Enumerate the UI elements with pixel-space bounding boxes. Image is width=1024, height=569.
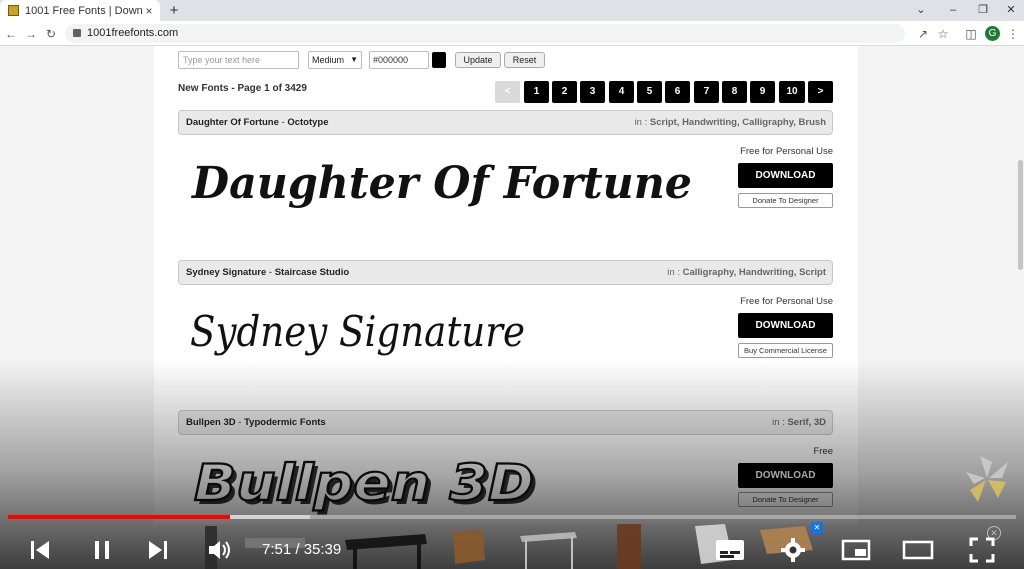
donate-button[interactable]: Donate To Designer bbox=[738, 492, 833, 507]
pager-prev-button[interactable]: < bbox=[495, 81, 520, 103]
page-content: Medium ▼ #000000 Update Reset New Fonts … bbox=[154, 46, 858, 524]
page-heading: New Fonts - Page 1 of 3429 bbox=[178, 83, 307, 94]
url-text: 1001freefonts.com bbox=[87, 27, 179, 39]
side-panel-icon[interactable]: ◫ bbox=[962, 25, 980, 43]
license-label: Free bbox=[813, 446, 833, 457]
pager-page-2[interactable]: 2 bbox=[552, 81, 577, 103]
pause-icon[interactable] bbox=[84, 532, 120, 568]
video-progress-bar[interactable] bbox=[8, 515, 1016, 519]
window-close-icon[interactable]: ✕ bbox=[996, 0, 1024, 21]
update-button[interactable]: Update bbox=[455, 52, 501, 68]
browser-tab-strip: 1001 Free Fonts | Download Font × + ⌄ – … bbox=[0, 0, 1024, 21]
chevron-down-icon: ▼ bbox=[350, 55, 358, 64]
font-size-select[interactable]: Medium ▼ bbox=[308, 51, 362, 69]
theater-mode-icon[interactable] bbox=[900, 532, 936, 568]
pager-page-7[interactable]: 7 bbox=[694, 81, 719, 103]
pager-page-5[interactable]: 5 bbox=[637, 81, 662, 103]
font-title[interactable]: Bullpen 3D - Typodermic Fonts bbox=[186, 411, 326, 434]
font-preview-daughter-of-fortune[interactable]: Daughter Of Fortune bbox=[190, 142, 700, 218]
pager-page-4[interactable]: 4 bbox=[609, 81, 634, 103]
back-icon[interactable]: ← bbox=[2, 25, 20, 43]
pager-page-3[interactable]: 3 bbox=[580, 81, 605, 103]
font-preview-sydney-signature[interactable]: Sydney Signature bbox=[190, 294, 530, 374]
color-input[interactable]: #000000 bbox=[369, 51, 429, 69]
tab-search-icon[interactable]: ⌄ bbox=[906, 0, 936, 21]
preview-text-input[interactable] bbox=[178, 51, 299, 69]
color-swatch[interactable] bbox=[432, 52, 446, 68]
buy-commercial-license-button[interactable]: Buy Commercial License bbox=[738, 343, 833, 358]
font-title[interactable]: Sydney Signature - Staircase Studio bbox=[186, 261, 349, 284]
download-button[interactable]: DOWNLOAD bbox=[738, 163, 833, 188]
pager-page-6[interactable]: 6 bbox=[665, 81, 690, 103]
subtitles-icon[interactable] bbox=[712, 532, 748, 568]
pager-page-8[interactable]: 8 bbox=[722, 81, 747, 103]
font-card-header: Bullpen 3D - Typodermic Fonts in : Serif… bbox=[178, 410, 833, 435]
restore-icon[interactable]: ❐ bbox=[968, 0, 998, 21]
fullscreen-icon[interactable] bbox=[964, 532, 1000, 568]
menu-kebab-icon[interactable]: ⋮ bbox=[1004, 25, 1022, 43]
browser-tab[interactable]: 1001 Free Fonts | Download Font × bbox=[0, 0, 160, 21]
font-preview-bullpen-3d[interactable]: Bullpen 3D Bullpen 3D bbox=[190, 446, 550, 516]
font-categories: in : Serif, 3D bbox=[772, 417, 826, 428]
forward-icon[interactable]: → bbox=[22, 25, 40, 43]
omnibox[interactable]: 1001freefonts.com bbox=[65, 24, 905, 43]
license-label: Free for Personal Use bbox=[740, 296, 833, 307]
font-card-header: Sydney Signature - Staircase Studio in :… bbox=[178, 260, 833, 285]
ad-close-icon[interactable]: ✕ bbox=[811, 522, 823, 534]
channel-watermark-logo[interactable] bbox=[962, 448, 1012, 504]
volume-icon[interactable] bbox=[202, 532, 238, 568]
miniplayer-icon[interactable] bbox=[838, 532, 874, 568]
minimize-icon[interactable]: – bbox=[938, 0, 968, 21]
svg-text:Sydney Signature: Sydney Signature bbox=[190, 307, 525, 356]
share-icon[interactable]: ↗ bbox=[914, 25, 932, 43]
download-button[interactable]: DOWNLOAD bbox=[738, 463, 833, 488]
download-button[interactable]: DOWNLOAD bbox=[738, 313, 833, 338]
tab-title: 1001 Free Fonts | Download Font bbox=[25, 4, 142, 17]
played-bar bbox=[8, 515, 230, 519]
video-time: 7:51 / 35:39 bbox=[262, 541, 342, 558]
next-video-icon[interactable] bbox=[140, 532, 176, 568]
svg-text:Bullpen 3D: Bullpen 3D bbox=[194, 454, 534, 512]
font-categories: in : Script, Handwriting, Calligraphy, B… bbox=[634, 117, 826, 128]
page-scrollbar[interactable] bbox=[1018, 160, 1023, 270]
pager-next-button[interactable]: > bbox=[808, 81, 833, 103]
font-categories: in : Calligraphy, Handwriting, Script bbox=[667, 267, 826, 278]
address-bar: ← → ↻ 1001freefonts.com ↗ ☆ ◫ G ⋮ bbox=[0, 21, 1024, 46]
settings-gear-icon[interactable] bbox=[775, 532, 811, 568]
font-card-header: Daughter Of Fortune - Octotype in : Scri… bbox=[178, 110, 833, 135]
lock-icon bbox=[73, 29, 81, 37]
bookmark-star-icon[interactable]: ☆ bbox=[934, 25, 952, 43]
previous-video-icon[interactable] bbox=[22, 532, 58, 568]
pager-page-10[interactable]: 10 bbox=[779, 81, 805, 103]
site-favicon-icon bbox=[8, 5, 19, 16]
donate-button[interactable]: Donate To Designer bbox=[738, 193, 833, 208]
new-tab-button[interactable]: + bbox=[165, 0, 183, 21]
license-label: Free for Personal Use bbox=[740, 146, 833, 157]
reset-button[interactable]: Reset bbox=[504, 52, 545, 68]
pager-page-9[interactable]: 9 bbox=[750, 81, 775, 103]
svg-text:Daughter Of Fortune: Daughter Of Fortune bbox=[190, 158, 692, 209]
font-size-value: Medium bbox=[312, 55, 345, 65]
tab-close-icon[interactable]: × bbox=[142, 4, 156, 18]
profile-avatar[interactable]: G bbox=[985, 26, 1000, 41]
pager-page-1[interactable]: 1 bbox=[524, 81, 549, 103]
font-title[interactable]: Daughter Of Fortune - Octotype bbox=[186, 111, 329, 134]
reload-icon[interactable]: ↻ bbox=[42, 25, 60, 43]
